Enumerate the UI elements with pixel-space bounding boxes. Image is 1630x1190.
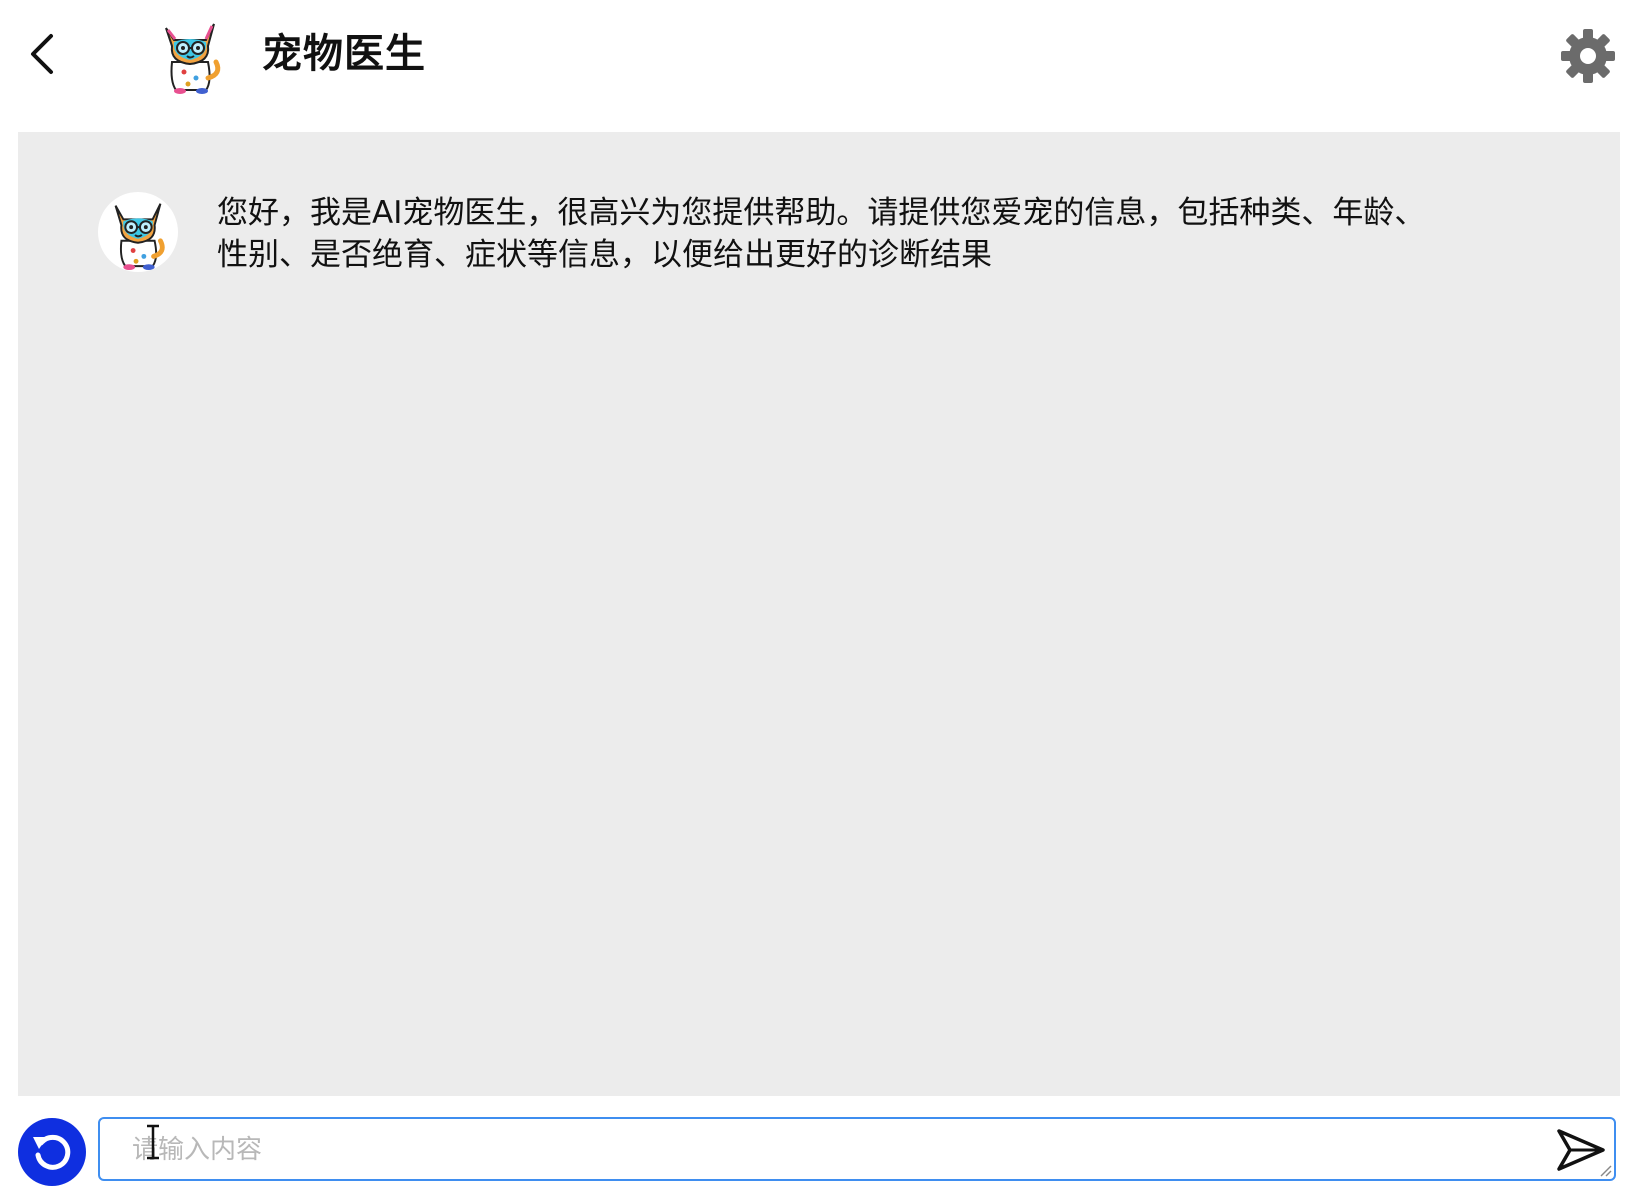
message-input-wrapper xyxy=(98,1117,1616,1181)
chat-history[interactable]: 您好，我是AI宠物医生，很高兴为您提供帮助。请提供您爱宠的信息，包括种类、年龄、… xyxy=(18,132,1620,1096)
header: 宠物医生 xyxy=(0,0,1630,130)
message-text: 您好，我是AI宠物医生，很高兴为您提供帮助。请提供您爱宠的信息，包括种类、年龄、… xyxy=(217,195,1426,273)
cat-doctor-avatar-icon xyxy=(114,203,165,271)
refresh-icon xyxy=(33,1134,71,1170)
cat-doctor-avatar-icon xyxy=(165,23,221,94)
resize-handle-icon[interactable] xyxy=(1598,1163,1612,1177)
gear-icon xyxy=(1561,29,1615,83)
back-button[interactable] xyxy=(18,28,66,80)
reset-conversation-button[interactable] xyxy=(18,1118,86,1186)
composer-bar xyxy=(0,1100,1630,1190)
page-title: 宠物医生 xyxy=(262,31,426,77)
assistant-avatar xyxy=(98,192,178,272)
chevron-left-icon xyxy=(31,34,53,74)
header-avatar xyxy=(150,12,232,94)
chat-page: 宠物医生 您好，我是AI宠物医生，很高兴为您提供帮助。请提供您爱宠的信息，包括种… xyxy=(0,0,1630,1190)
message-input[interactable] xyxy=(100,1119,1614,1179)
settings-button[interactable] xyxy=(1556,24,1620,88)
